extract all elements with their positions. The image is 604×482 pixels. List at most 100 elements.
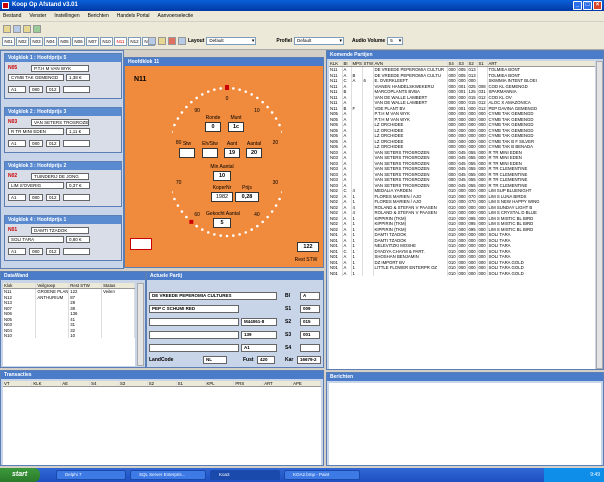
column-header[interactable]: KPL — [205, 381, 235, 388]
menu-berichten[interactable]: Berichten — [88, 13, 109, 19]
berichten-title: Berichten — [327, 373, 603, 381]
table-cell: 000 — [457, 198, 468, 205]
table-row[interactable]: N10 10 — [3, 332, 135, 339]
tab-n05[interactable]: N05 — [58, 37, 71, 46]
table-cell: 000 — [477, 187, 488, 194]
volgklok-price: 0,37 € — [66, 182, 90, 189]
partij-a1: A1 — [241, 344, 277, 352]
column-header[interactable]: MPS — [351, 61, 363, 68]
lock-icon[interactable] — [158, 37, 166, 45]
table-cell: 000 — [477, 220, 488, 227]
volgklok-name: P.T.H M VAN WYK — [31, 65, 89, 72]
tab-n06[interactable]: N06 — [72, 37, 85, 46]
indicator-box — [130, 238, 152, 250]
hoofdklok-panel: Hoofdklok 11 N11 0102030405060708090 Ron… — [124, 57, 324, 268]
volgklok-code: N05 — [8, 65, 18, 71]
tab-n10[interactable]: N10 — [100, 37, 113, 46]
dial-dot — [172, 190, 173, 194]
column-header[interactable]: KLK — [31, 381, 62, 388]
dial-dot — [238, 233, 241, 236]
column-header[interactable]: STW — [362, 61, 374, 68]
task-sql-server[interactable]: SQL Server Enterpris... — [130, 470, 206, 480]
eh-stw-value — [202, 148, 218, 158]
column-header[interactable]: S4 — [89, 381, 119, 388]
table-cell: 000 — [467, 242, 478, 249]
komende-partijen-grid[interactable]: KLK BI MPS STW AVN S4 S3 S2 S1 ART N11 A DE VREEDE P… — [329, 61, 595, 369]
profiel-select[interactable]: Default — [293, 37, 344, 45]
transacties-grid[interactable]: VT KLK AE S4 S3 S2 S1 KPL PRS ART APE — [3, 381, 321, 465]
grid-icon[interactable] — [148, 37, 156, 45]
column-header[interactable]: S1 — [176, 381, 206, 388]
datawand-grid[interactable]: Klok Veilgroep Rest STW Status N11 GROENE PLA… — [3, 283, 135, 366]
column-header[interactable]: AE — [60, 381, 91, 388]
ronde-label: Ronde — [205, 115, 221, 121]
table-cell: 045 — [457, 176, 468, 183]
datawand-scrollbar[interactable] — [137, 283, 144, 366]
minimize-button[interactable]: _ — [573, 1, 582, 10]
volgklok-title: Volgklok 3 : Hoofdprijs 2 — [5, 162, 121, 170]
table-row[interactable]: N01 A 1 010 000 000 000 SOLI TARA GOLD — [329, 270, 595, 276]
table-cell: 000 — [457, 220, 468, 227]
actuele-partij-title: Actuele Partij — [147, 272, 323, 280]
dial-dot — [172, 130, 173, 134]
layout-select[interactable]: Default — [206, 37, 257, 45]
tab-n04[interactable]: N04 — [44, 37, 57, 46]
column-header[interactable]: ART — [262, 381, 293, 388]
table-cell: 000 — [477, 176, 488, 183]
volgklok-f2: 012 — [46, 194, 60, 201]
tab-n02[interactable]: N02 — [16, 37, 29, 46]
volgklok-name: TUINDERIJ DE JONG — [31, 173, 89, 180]
menu-instellingen[interactable]: Instellingen — [54, 13, 79, 19]
task-delphi[interactable]: Delphi 7 — [56, 470, 126, 480]
table-cell: 000 — [477, 270, 488, 276]
folder-icon[interactable] — [23, 25, 31, 33]
tab-n11[interactable]: N11 — [114, 37, 127, 46]
save-icon[interactable] — [13, 25, 21, 33]
table-cell: 000 — [457, 132, 468, 139]
dial-dot — [180, 210, 184, 213]
table-cell: 010 — [447, 270, 458, 276]
audio-volume-select[interactable]: 5 — [387, 37, 404, 45]
close-button[interactable]: × — [593, 1, 602, 10]
berichten-grid[interactable] — [329, 383, 601, 465]
dial-dot — [206, 90, 210, 93]
table-cell: 000 — [467, 132, 478, 139]
table-cell: 010 — [447, 264, 458, 271]
delete-icon[interactable] — [168, 37, 176, 45]
tab-n12[interactable]: N12 — [128, 37, 141, 46]
column-header[interactable]: S3 — [118, 381, 148, 388]
dial-dot — [281, 130, 282, 134]
dial-dot — [261, 100, 264, 104]
dial-dot — [274, 117, 278, 120]
dial-pointer — [189, 219, 194, 224]
tab-n01[interactable]: N01 — [2, 37, 15, 46]
table-cell: 000 — [447, 176, 458, 183]
maximize-button[interactable]: □ — [583, 1, 592, 10]
table-cell: 005 — [457, 66, 468, 73]
transacties-title: Transacties — [1, 371, 323, 379]
dial-label: 40 — [254, 212, 260, 218]
column-header[interactable]: VT — [3, 381, 33, 388]
tab-n03[interactable]: N03 — [30, 37, 43, 46]
start-button[interactable]: start — [0, 468, 40, 482]
volgklok-f1: 080 — [29, 140, 43, 147]
menu-handels-portal[interactable]: Handels Portal — [117, 13, 150, 19]
users-icon[interactable] — [33, 25, 41, 33]
settings-icon[interactable] — [178, 37, 186, 45]
menu-bestand[interactable]: Bestand — [3, 13, 21, 19]
task-paint[interactable]: KOA2.bmp - Paint — [284, 470, 360, 480]
tab-n07[interactable]: N07 — [86, 37, 99, 46]
column-header[interactable]: APE — [291, 381, 321, 388]
volgklok-f1: 080 — [29, 194, 43, 201]
task-koa3[interactable]: Koa3 — [210, 470, 280, 480]
menu-venster[interactable]: Venster — [29, 13, 46, 19]
hoofdklok-title: Hoofdklok 11 — [125, 58, 323, 66]
column-header[interactable]: S2 — [147, 381, 177, 388]
komende-scrollbar[interactable] — [596, 61, 603, 369]
open-icon[interactable] — [3, 25, 11, 33]
menu-aanvoerselectie[interactable]: Aanvoerselectie — [158, 13, 194, 19]
table-cell: 10 — [68, 332, 103, 339]
dial-dot — [266, 105, 269, 109]
column-header[interactable]: PRS — [233, 381, 264, 388]
prijs-label: Prijs — [242, 185, 252, 191]
